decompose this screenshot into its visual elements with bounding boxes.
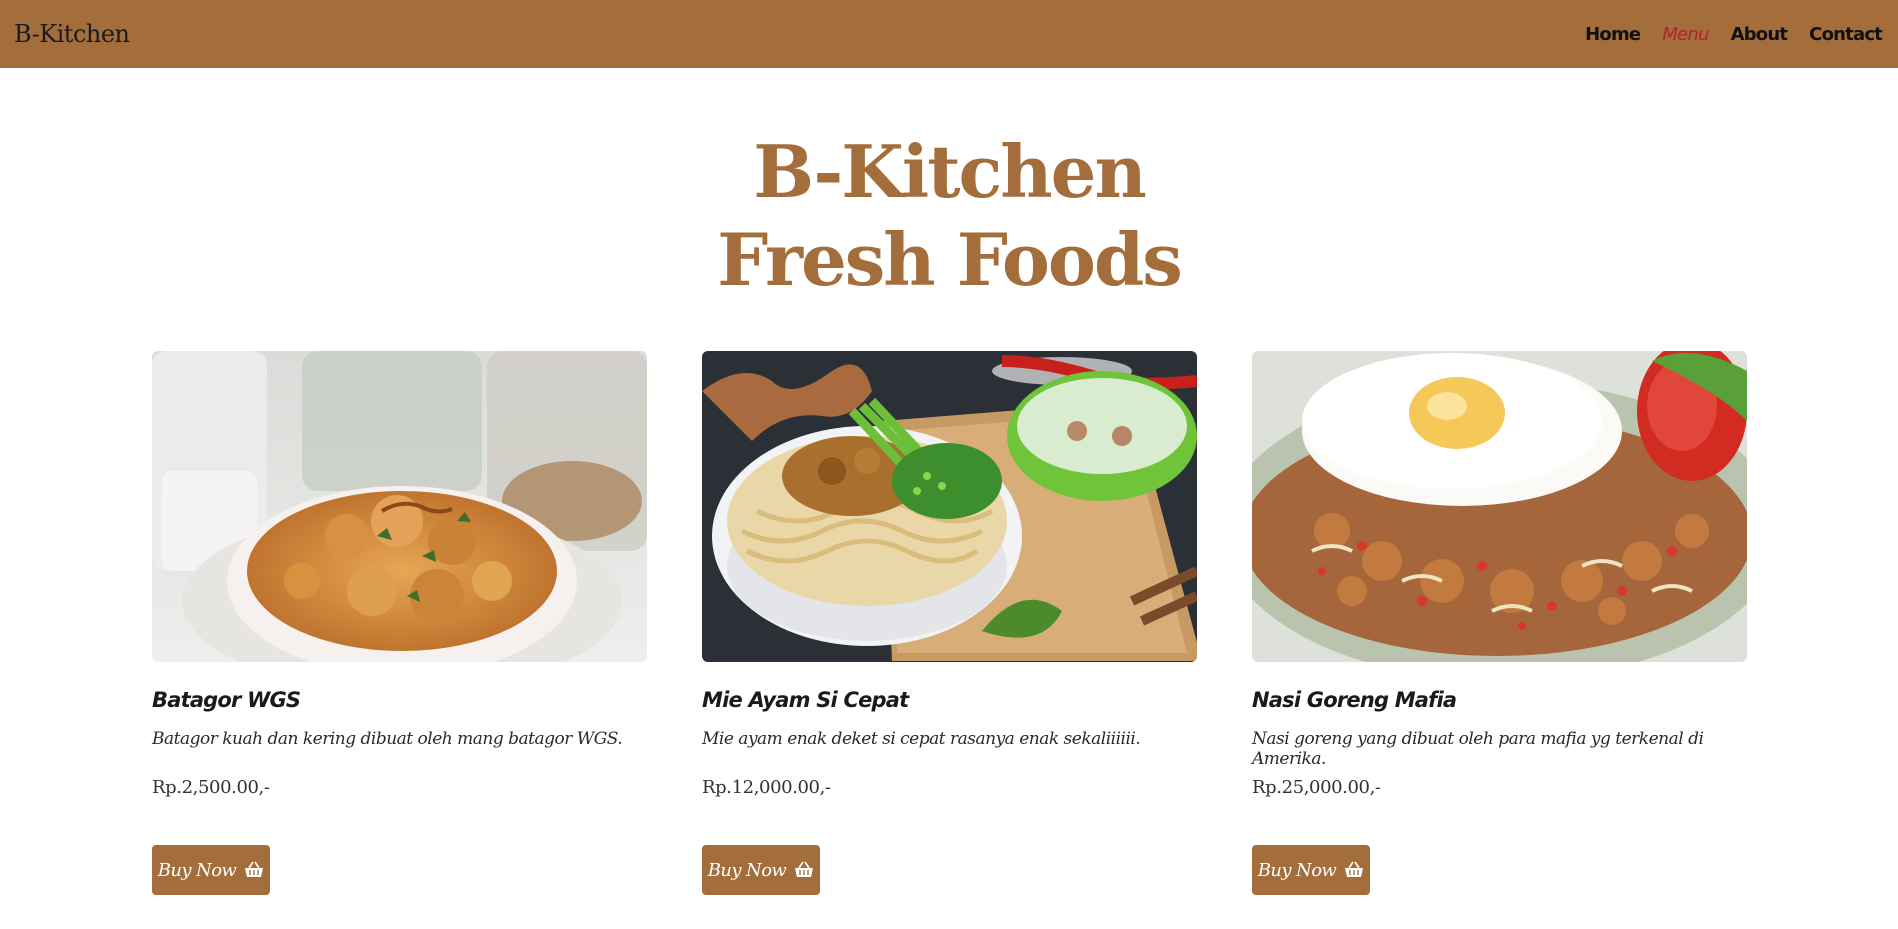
nav-link-about[interactable]: About [1731, 24, 1788, 45]
product-price: Rp.25,000.00,- [1252, 777, 1381, 798]
buy-now-button[interactable]: Buy Now [702, 845, 820, 895]
hero-line-1: B-Kitchen [753, 129, 1147, 214]
product-title: Nasi Goreng Mafia [1252, 688, 1457, 712]
nav-links: Home Menu About Contact [1585, 24, 1883, 45]
buy-now-label: Buy Now [1257, 859, 1337, 881]
buy-now-button[interactable]: Buy Now [152, 845, 270, 895]
basket-icon [245, 861, 264, 877]
nav-link-contact[interactable]: Contact [1809, 24, 1883, 45]
nasi-goreng-photo [1252, 351, 1747, 662]
navbar-brand[interactable]: B-Kitchen [14, 20, 130, 48]
nav-link-home[interactable]: Home [1585, 24, 1641, 45]
product-title: Mie Ayam Si Cepat [702, 688, 909, 712]
product-card: Mie Ayam Si Cepat Mie ayam enak deket si… [702, 351, 1197, 895]
product-description: Mie ayam enak deket si cepat rasanya ena… [702, 729, 1141, 749]
product-card: Batagor WGS Batagor kuah dan kering dibu… [152, 351, 647, 895]
batagor-photo [152, 351, 647, 662]
buy-now-label: Buy Now [157, 859, 237, 881]
buy-now-label: Buy Now [707, 859, 787, 881]
product-image-nasi-goreng [1252, 351, 1747, 662]
mie-ayam-photo [702, 351, 1197, 662]
product-description: Batagor kuah dan kering dibuat oleh mang… [152, 729, 623, 749]
product-title: Batagor WGS [152, 688, 301, 712]
hero-heading: B-Kitchen Fresh Foods [0, 128, 1898, 304]
basket-icon [795, 861, 814, 877]
buy-now-button[interactable]: Buy Now [1252, 845, 1370, 895]
navbar: B-Kitchen Home Menu About Contact [0, 0, 1898, 68]
product-price: Rp.12,000.00,- [702, 777, 831, 798]
basket-icon [1345, 861, 1364, 877]
product-card: Nasi Goreng Mafia Nasi goreng yang dibua… [1252, 351, 1747, 895]
product-price: Rp.2,500.00,- [152, 777, 270, 798]
product-image-batagor [152, 351, 647, 662]
product-image-mie-ayam [702, 351, 1197, 662]
nav-link-menu[interactable]: Menu [1662, 24, 1709, 45]
product-description: Nasi goreng yang dibuat oleh para mafia … [1252, 729, 1704, 769]
hero-line-2: Fresh Foods [717, 217, 1183, 302]
